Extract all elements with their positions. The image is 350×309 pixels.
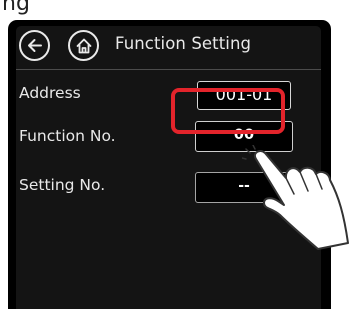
back-arrow-icon <box>28 39 42 52</box>
back-button[interactable] <box>19 30 50 61</box>
setting-no-label: Setting No. <box>19 176 106 194</box>
cropped-caption: ng <box>0 0 70 18</box>
highlight-frame <box>171 88 285 134</box>
home-icon <box>76 38 91 53</box>
screen-header: Function Setting <box>16 26 321 66</box>
header-divider <box>16 69 321 70</box>
page-title: Function Setting <box>115 34 252 53</box>
address-label: Address <box>19 84 81 102</box>
manual-illustration: ng Function Setting Address 001-01 Funct… <box>0 0 350 309</box>
tapping-hand-icon <box>242 145 349 250</box>
cropped-caption-text: ng <box>2 0 30 16</box>
home-button[interactable] <box>68 30 99 61</box>
function-no-label: Function No. <box>19 127 116 145</box>
